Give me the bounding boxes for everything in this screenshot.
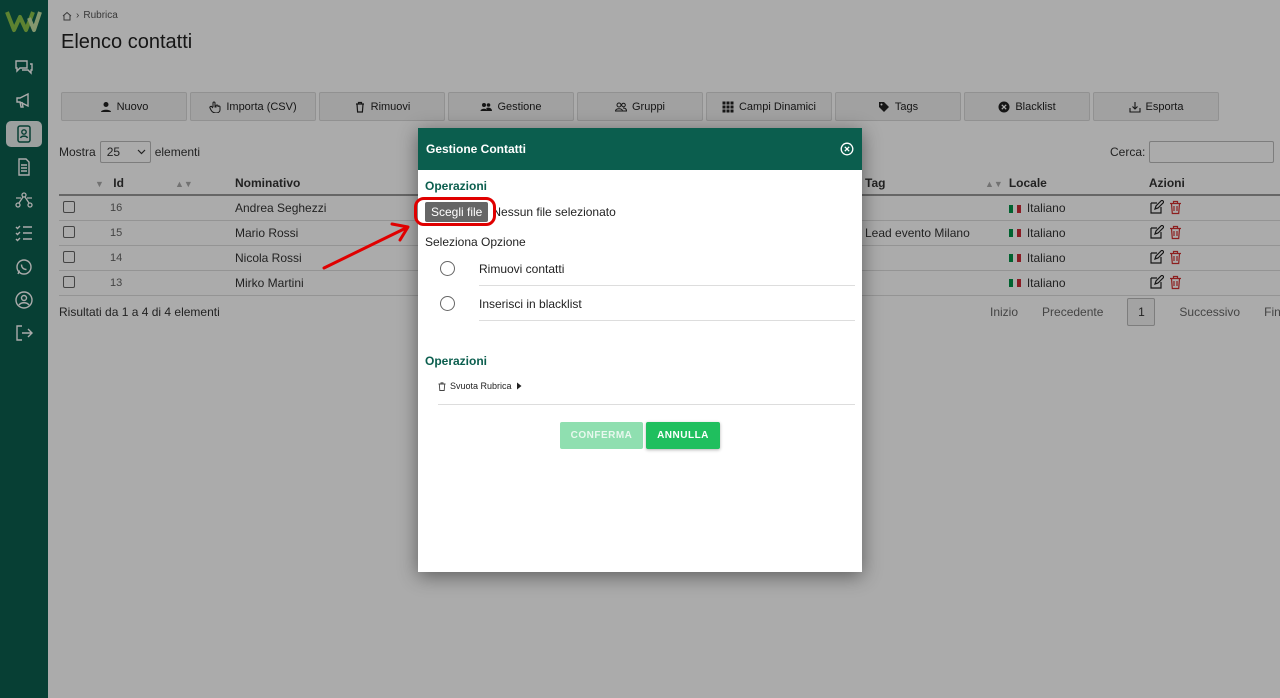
radio-blacklist[interactable] (440, 296, 455, 311)
trash-icon (438, 381, 446, 391)
empty-addressbook-label: Svuota Rubrica (450, 381, 512, 391)
confirm-button[interactable]: CONFERMA (560, 422, 643, 449)
remove-contacts-label: Rimuovi contatti (479, 261, 565, 276)
annotation-highlight (414, 197, 496, 226)
empty-addressbook-toggle[interactable]: Svuota Rubrica (438, 381, 522, 391)
file-status: Nessun file selezionato (492, 205, 616, 219)
divider (438, 404, 855, 405)
annotation-arrow-icon (322, 222, 410, 270)
manage-contacts-modal: Gestione Contatti Operazioni Scegli file… (418, 128, 862, 572)
operations-section-title: Operazioni (425, 179, 488, 193)
option-remove-contacts[interactable]: Rimuovi contatti (440, 251, 855, 286)
radio-remove-contacts[interactable] (440, 261, 455, 276)
close-icon[interactable] (840, 142, 854, 156)
select-option-label: Seleziona Opzione (425, 235, 526, 249)
modal-header: Gestione Contatti (418, 128, 862, 170)
operations-section-title-2: Operazioni (425, 354, 488, 368)
cancel-button[interactable]: ANNULLA (646, 422, 720, 449)
modal-title: Gestione Contatti (426, 142, 527, 156)
option-blacklist[interactable]: Inserisci in blacklist (440, 286, 855, 321)
blacklist-option-label: Inserisci in blacklist (479, 296, 582, 311)
divider (479, 320, 855, 321)
caret-right-icon (516, 382, 522, 390)
